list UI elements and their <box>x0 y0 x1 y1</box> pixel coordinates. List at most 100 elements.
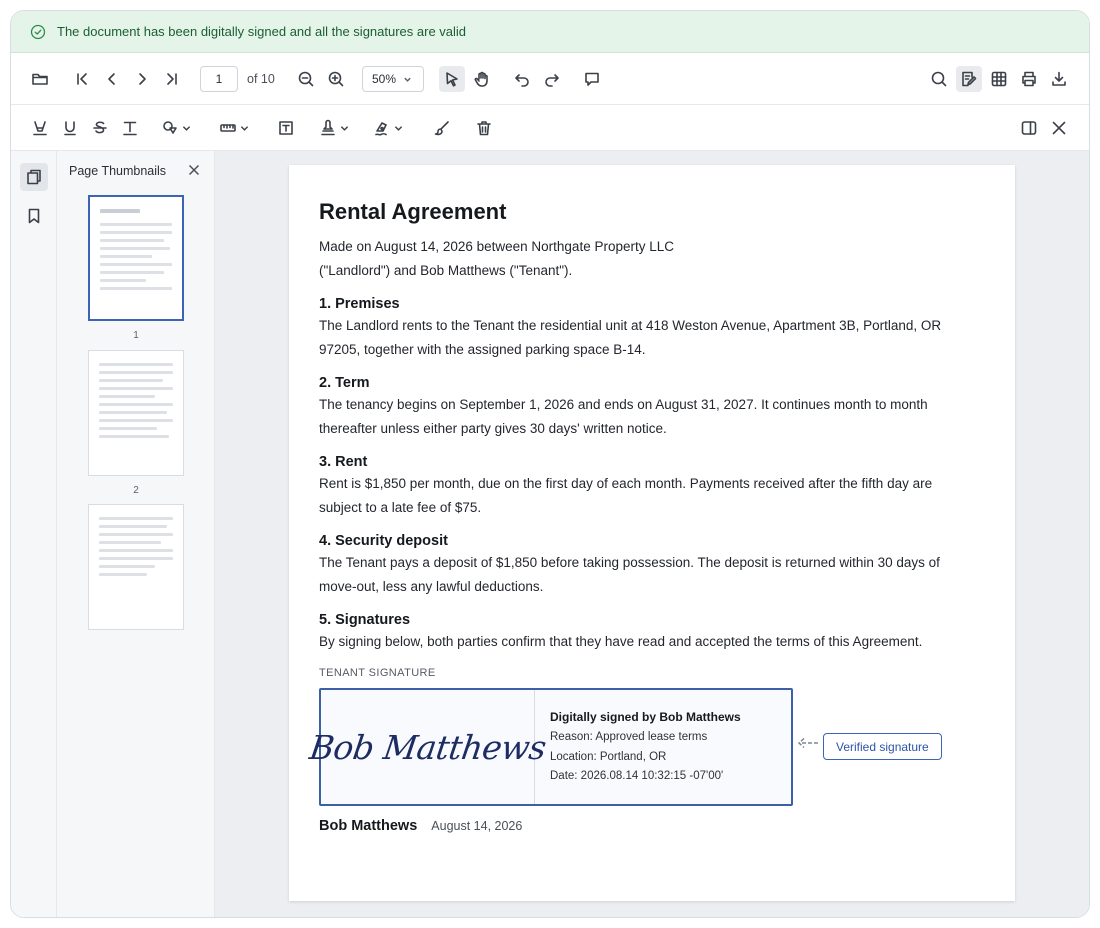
undo-icon <box>515 74 529 87</box>
intro-line: ("Landlord") and Bob Matthews ("Tenant")… <box>319 263 573 278</box>
thumbnails-panel-title: Page Thumbnails <box>69 164 167 178</box>
signature-reason: Reason: Approved lease terms <box>550 731 708 743</box>
document-canvas[interactable]: Rental Agreement Made on August 14, 2026… <box>215 151 1089 917</box>
page-thumbnail-1[interactable] <box>88 195 184 321</box>
measure-tool-dropdown[interactable] <box>215 115 255 141</box>
page-number-input[interactable] <box>200 66 238 92</box>
close-toolbar-button[interactable] <box>1046 115 1072 141</box>
delete-button[interactable] <box>471 115 497 141</box>
section-text: The Landlord rents to the Tenant the res… <box>319 318 942 333</box>
chevron-down-icon <box>183 125 190 131</box>
search-button[interactable] <box>926 66 952 92</box>
first-page-icon <box>77 73 87 85</box>
text-type-icon <box>123 121 137 136</box>
section-heading: 5. Signatures <box>319 612 411 628</box>
last-page-icon <box>167 73 177 85</box>
zoom-out-icon <box>298 71 314 87</box>
table-grid-icon <box>991 71 1007 87</box>
hand-icon <box>474 71 488 87</box>
verified-signature-badge[interactable]: Verified signature <box>823 733 942 760</box>
ruler-icon <box>220 124 236 132</box>
section-text: thereafter unless either party gives 30 … <box>319 421 667 436</box>
section-heading: 2. Term <box>319 375 370 391</box>
sidebar-panel-icon <box>1021 121 1037 135</box>
check-circle-icon <box>30 24 46 39</box>
underline-tool-button[interactable] <box>57 115 83 141</box>
page-thumbnail-2[interactable] <box>88 350 184 476</box>
thumbnail-page-number: 1 <box>133 330 139 341</box>
brush-icon <box>434 121 449 136</box>
chevron-down-icon <box>404 77 411 82</box>
stamp-tool-dropdown[interactable] <box>315 115 355 141</box>
search-icon <box>931 71 947 87</box>
thumbnail-page-number: 2 <box>133 485 139 496</box>
section-heading: 3. Rent <box>319 454 368 470</box>
redo-button[interactable] <box>539 66 565 92</box>
chevron-down-icon <box>395 125 402 131</box>
document-title: Rental Agreement <box>319 199 507 224</box>
text-tool-button[interactable] <box>117 115 143 141</box>
thumbnails-panel-button[interactable] <box>20 163 48 191</box>
cursor-arrow-icon <box>446 72 458 87</box>
arrow-left-icon <box>796 736 820 750</box>
pan-tool-button[interactable] <box>469 66 495 92</box>
print-button[interactable] <box>1016 66 1042 92</box>
highlighter-icon <box>33 121 47 136</box>
printer-icon <box>1022 71 1036 87</box>
signature-details: Digitally signed by Bob Matthews Reason:… <box>535 690 741 804</box>
chevron-left-icon <box>108 73 115 85</box>
shape-tool-dropdown[interactable] <box>157 115 197 141</box>
zoom-in-button[interactable] <box>323 66 349 92</box>
trash-icon <box>477 121 491 136</box>
signature-location: Location: Portland, OR <box>550 750 667 763</box>
section-text: move-out, less any lawful deductions. <box>319 579 544 594</box>
text-box-tool-button[interactable] <box>273 115 299 141</box>
thumbnails-panel: Page Thumbnails 1 2 <box>57 151 215 917</box>
download-icon <box>1052 71 1066 86</box>
annotation-toolbar <box>11 105 1089 151</box>
zoom-out-button[interactable] <box>293 66 319 92</box>
close-thumbnails-button[interactable] <box>187 163 203 179</box>
side-rail <box>11 151 57 917</box>
comment-button[interactable] <box>579 66 605 92</box>
undo-button[interactable] <box>509 66 535 92</box>
ink-tool-button[interactable] <box>429 115 455 141</box>
form-fields-button[interactable] <box>986 66 1012 92</box>
stamp-icon <box>321 119 335 136</box>
strikethrough-icon <box>93 121 107 134</box>
pages-icon <box>27 169 41 185</box>
signature-tool-dropdown[interactable] <box>369 115 409 141</box>
signer-name: Bob Matthews <box>319 818 418 834</box>
section-text: subject to a late fee of $75. <box>319 500 482 515</box>
last-page-button[interactable] <box>159 66 185 92</box>
download-button[interactable] <box>1046 66 1072 92</box>
first-page-button[interactable] <box>69 66 95 92</box>
open-file-button[interactable] <box>27 66 53 92</box>
next-page-button[interactable] <box>129 66 155 92</box>
zoom-in-icon <box>328 71 344 87</box>
redo-icon <box>545 74 559 87</box>
folder-icon <box>32 73 48 85</box>
select-tool-button[interactable] <box>439 66 465 92</box>
highlight-tool-button[interactable] <box>27 115 53 141</box>
close-icon <box>1052 121 1066 135</box>
banner-message: The document has been digitally signed a… <box>57 24 467 39</box>
toggle-sidebar-button[interactable] <box>1016 115 1042 141</box>
page-thumbnail-3[interactable] <box>88 504 184 630</box>
section-text: The Tenant pays a deposit of $1,850 befo… <box>319 555 940 570</box>
previous-page-button[interactable] <box>99 66 125 92</box>
page-total-label: of 10 <box>247 72 275 86</box>
section-text: 97205, together with the assigned parkin… <box>319 342 646 357</box>
text-box-icon <box>279 121 293 135</box>
signature-field[interactable]: Bob Matthews Digitally signed by Bob Mat… <box>307 688 793 806</box>
section-heading: 1. Premises <box>319 296 400 312</box>
bookmarks-panel-button[interactable] <box>20 202 48 230</box>
strikethrough-tool-button[interactable] <box>87 115 113 141</box>
annotation-toolbar-button[interactable] <box>956 66 982 92</box>
comment-icon <box>585 72 599 86</box>
tenant-signature-label: TENANT SIGNATURE <box>319 667 436 679</box>
zoom-select[interactable]: 50% <box>362 66 424 92</box>
chevron-right-icon <box>139 73 146 85</box>
intro-line: Made on August 14, 2026 between Northgat… <box>319 239 674 254</box>
section-text: The tenancy begins on September 1, 2026 … <box>319 397 928 412</box>
